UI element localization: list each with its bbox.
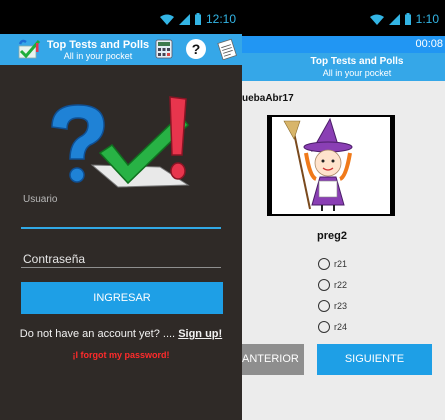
answer-option[interactable]: r24 [318, 320, 347, 334]
witch-illustration [272, 117, 390, 214]
login-screen: 12:10 Top Tests and Polls All in your po… [0, 0, 242, 420]
password-input[interactable] [21, 267, 221, 268]
signup-prompt: Do not have an account yet? .... [19, 328, 179, 340]
signal-icon [178, 13, 190, 25]
quiz-screen: 1:10 00:08 Top Tests and Polls All in yo… [242, 0, 445, 420]
status-time: 12:10 [205, 12, 236, 26]
help-icon[interactable]: ? [185, 38, 207, 60]
answer-label: r22 [334, 280, 348, 290]
battery-icon [194, 13, 201, 25]
app-title: Top Tests and Polls [46, 39, 150, 51]
status-icons: 12:10 [159, 12, 236, 26]
answer-label: r21 [334, 259, 348, 269]
app-logo-icon [18, 39, 41, 59]
status-icons-right: 1:10 [369, 12, 439, 26]
status-bar: 12:10 [0, 0, 242, 34]
status-time-right: 1:10 [415, 12, 439, 26]
answer-option[interactable]: r23 [318, 299, 347, 313]
username-label: Usuario [23, 194, 58, 205]
radio-button[interactable] [318, 321, 330, 333]
wifi-icon [159, 14, 174, 25]
notepad-icon[interactable] [216, 38, 238, 60]
radio-button[interactable] [318, 258, 330, 270]
screenshot-root: 12:10 Top Tests and Polls All in your po… [0, 0, 445, 420]
forgot-password-link[interactable]: ¡I forgot my password! [0, 350, 242, 360]
wifi-icon [369, 14, 384, 25]
calculator-icon[interactable] [153, 38, 175, 60]
app-subtitle-right: All in your pocket [322, 68, 392, 78]
elapsed-timer: 00:08 [415, 38, 443, 50]
password-label: Contraseña [23, 252, 86, 266]
signup-link[interactable]: Sign up! [178, 328, 222, 340]
radio-button[interactable] [318, 279, 330, 291]
question-image [267, 115, 395, 216]
previous-button[interactable]: ANTERIOR [242, 344, 304, 375]
login-button[interactable]: INGRESAR [21, 282, 223, 314]
quiz-logo-illustration [51, 96, 190, 188]
question-text: preg2 [317, 230, 347, 242]
username-input[interactable] [21, 227, 221, 229]
answer-label: r23 [334, 301, 348, 311]
quiz-name: uebaAbr17 [242, 93, 294, 104]
app-bar: Top Tests and Polls All in your pocket ? [0, 34, 242, 65]
svg-text:?: ? [192, 41, 201, 57]
answer-label: r24 [334, 322, 348, 332]
app-bar-right: Top Tests and Polls All in your pocket [242, 53, 445, 81]
battery-icon [404, 13, 411, 25]
answer-option[interactable]: r22 [318, 278, 347, 292]
answer-option[interactable]: r21 [318, 257, 347, 271]
app-title-right: Top Tests and Polls [310, 56, 404, 67]
status-bar-right: 1:10 [242, 0, 445, 36]
radio-button[interactable] [318, 300, 330, 312]
app-subtitle: All in your pocket [63, 51, 133, 61]
signal-icon [388, 13, 400, 25]
timer-strip: 00:08 [242, 36, 445, 53]
signup-row: Do not have an account yet? .... Sign up… [0, 328, 242, 340]
next-button[interactable]: SIGUIENTE [317, 344, 432, 375]
